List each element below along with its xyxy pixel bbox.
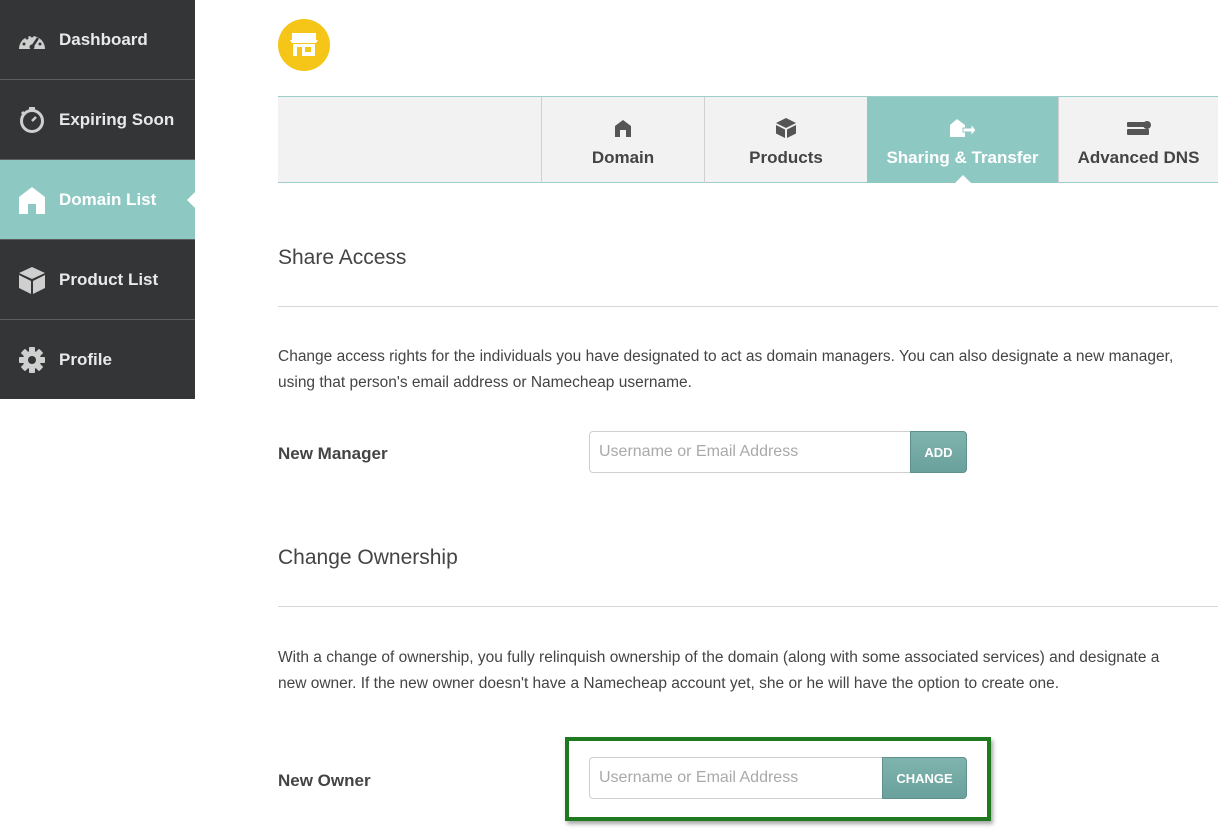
home-icon — [16, 184, 48, 216]
sidebar-item-product-list[interactable]: Product List — [0, 240, 195, 320]
sidebar-item-label: Expiring Soon — [59, 109, 175, 129]
tab-domain[interactable]: Domain — [541, 97, 704, 183]
sidebar-item-label: Domain List — [59, 189, 157, 209]
box-icon — [16, 264, 48, 296]
sidebar-item-profile[interactable]: Profile — [0, 320, 195, 399]
highlight-box — [565, 737, 991, 821]
divider — [278, 606, 1218, 607]
new-manager-label: New Manager — [278, 444, 388, 463]
gear-icon — [16, 344, 48, 376]
add-manager-button[interactable]: ADD — [910, 431, 967, 473]
divider — [278, 306, 1218, 307]
sidebar-item-label: Product List — [59, 269, 159, 289]
tab-products[interactable]: Products — [704, 97, 867, 183]
server-icon — [1126, 116, 1152, 140]
home-icon — [614, 116, 632, 140]
sidebar-item-dashboard[interactable]: Dashboard — [0, 0, 195, 80]
tab-label: Advanced DNS — [1077, 148, 1200, 167]
change-ownership-description: With a change of ownership, you fully re… — [278, 649, 1160, 692]
sidebar-item-label: Dashboard — [59, 29, 148, 49]
tab-sharing-transfer[interactable]: Sharing & Transfer — [867, 97, 1058, 183]
sidebar-item-label: Profile — [59, 349, 112, 369]
sidebar: Dashboard Expiring Soon Domain List Prod… — [0, 0, 195, 399]
page: Dashboard Expiring Soon Domain List Prod… — [0, 0, 1218, 837]
speedometer-icon — [16, 24, 48, 56]
tab-label: Domain — [591, 148, 655, 167]
new-owner-label: New Owner — [278, 771, 371, 790]
box-icon — [775, 116, 797, 140]
tab-label: Products — [749, 148, 823, 167]
stopwatch-icon — [16, 104, 48, 136]
sidebar-item-expiring-soon[interactable]: Expiring Soon — [0, 80, 195, 160]
tab-bar: Domain Products Sharing & Transfer Advan… — [278, 96, 1218, 183]
new-manager-group: ADD — [589, 431, 967, 473]
share-access-title: Share Access — [278, 246, 407, 269]
storefront-icon — [278, 19, 330, 71]
sidebar-item-domain-list[interactable]: Domain List — [0, 160, 195, 240]
tab-advanced-dns[interactable]: Advanced DNS — [1058, 97, 1218, 183]
share-transfer-icon — [949, 116, 977, 140]
change-ownership-title: Change Ownership — [278, 546, 458, 569]
share-access-description: Change access rights for the individuals… — [278, 348, 1174, 391]
tab-label: Sharing & Transfer — [886, 148, 1039, 167]
new-manager-input[interactable] — [589, 431, 910, 473]
